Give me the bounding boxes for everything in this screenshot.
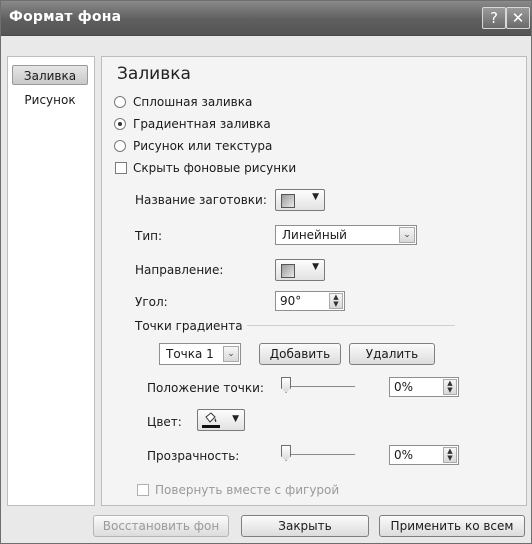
spin-arrows-icon[interactable]: ▲ ▼ (329, 293, 343, 309)
transparency-value: 0% (394, 448, 414, 462)
group-divider (247, 325, 455, 326)
stop-position-spinner[interactable]: 0% ▲ ▼ (389, 377, 459, 397)
transparency-track[interactable] (285, 454, 355, 455)
type-label: Тип: (135, 229, 163, 243)
spin-arrows-icon[interactable]: ▲ ▼ (443, 379, 457, 395)
angle-spinner[interactable]: 90° ▲ ▼ (275, 291, 345, 311)
add-stop-button[interactable]: Добавить (259, 343, 341, 365)
chevron-down-icon: ▼ (312, 192, 319, 202)
direction-dropdown[interactable]: ▼ (275, 259, 325, 281)
close-button[interactable]: Закрыть (241, 515, 369, 537)
preset-gradient-swatch (281, 194, 295, 208)
color-label: Цвет: (147, 415, 182, 429)
gradient-type-value: Линейный (282, 228, 347, 242)
current-color-bar (202, 425, 220, 428)
rotate-with-shape-label: Повернуть вместе с фигурой (155, 483, 340, 497)
sidebar-item-picture[interactable]: Рисунок (12, 90, 88, 110)
apply-to-all-button[interactable]: Применить ко всем (379, 515, 525, 537)
rotate-with-shape-checkbox[interactable] (137, 484, 149, 496)
help-icon: ? (490, 9, 498, 27)
paint-bucket-icon (205, 412, 217, 423)
chevron-down-icon: ▼ (232, 414, 239, 424)
spin-arrows-icon[interactable]: ▲ ▼ (443, 447, 457, 463)
help-button[interactable]: ? (482, 7, 506, 29)
gradient-fill-radio[interactable] (114, 118, 126, 130)
remove-stop-button[interactable]: Удалить (349, 343, 435, 365)
preset-gradient-dropdown[interactable]: ▼ (275, 189, 325, 211)
stop-position-value: 0% (394, 380, 414, 394)
chevron-down-icon: ⌄ (399, 227, 415, 243)
transparency-spinner[interactable]: 0% ▲ ▼ (389, 445, 459, 465)
chevron-down-icon: ▼ (312, 262, 319, 272)
hide-background-label: Скрыть фоновые рисунки (133, 161, 297, 175)
panel-heading: Заливка (117, 64, 191, 84)
sidebar-item-fill[interactable]: Заливка (12, 65, 88, 85)
gradient-stop-select[interactable]: Точка 1 ⌄ (159, 343, 241, 365)
gradient-stop-value: Точка 1 (166, 347, 214, 361)
preset-label: Название заготовки: (135, 193, 267, 207)
gradient-stops-group-label: Точки градиента (135, 319, 243, 333)
gradient-fill-label: Градиентная заливка (133, 117, 271, 131)
category-sidebar: Заливка Рисунок (7, 56, 95, 506)
gradient-type-select[interactable]: Линейный ⌄ (275, 225, 417, 245)
reset-background-button[interactable]: Восстановить фон (93, 515, 229, 537)
picture-fill-radio[interactable] (114, 140, 126, 152)
dialog-title: Формат фона (9, 9, 122, 25)
direction-swatch (281, 264, 295, 278)
stop-color-button[interactable]: ▼ (197, 409, 245, 431)
transparency-label: Прозрачность: (147, 449, 240, 463)
title-bar[interactable]: Формат фона ? ✕ (1, 1, 531, 36)
format-background-dialog: Формат фона ? ✕ Заливка Рисунок Заливка … (0, 0, 532, 544)
close-icon: ✕ (511, 9, 525, 27)
direction-label: Направление: (135, 263, 224, 277)
solid-fill-label: Сплошная заливка (133, 95, 253, 109)
close-window-button[interactable]: ✕ (506, 7, 530, 29)
stop-position-track[interactable] (285, 386, 355, 387)
angle-label: Угол: (135, 295, 168, 309)
hide-background-checkbox[interactable] (115, 162, 127, 174)
solid-fill-radio[interactable] (114, 96, 126, 108)
picture-fill-label: Рисунок или текстура (133, 139, 273, 153)
stop-position-label: Положение точки: (147, 381, 264, 395)
angle-value: 90° (280, 294, 302, 308)
chevron-down-icon: ⌄ (223, 346, 239, 362)
